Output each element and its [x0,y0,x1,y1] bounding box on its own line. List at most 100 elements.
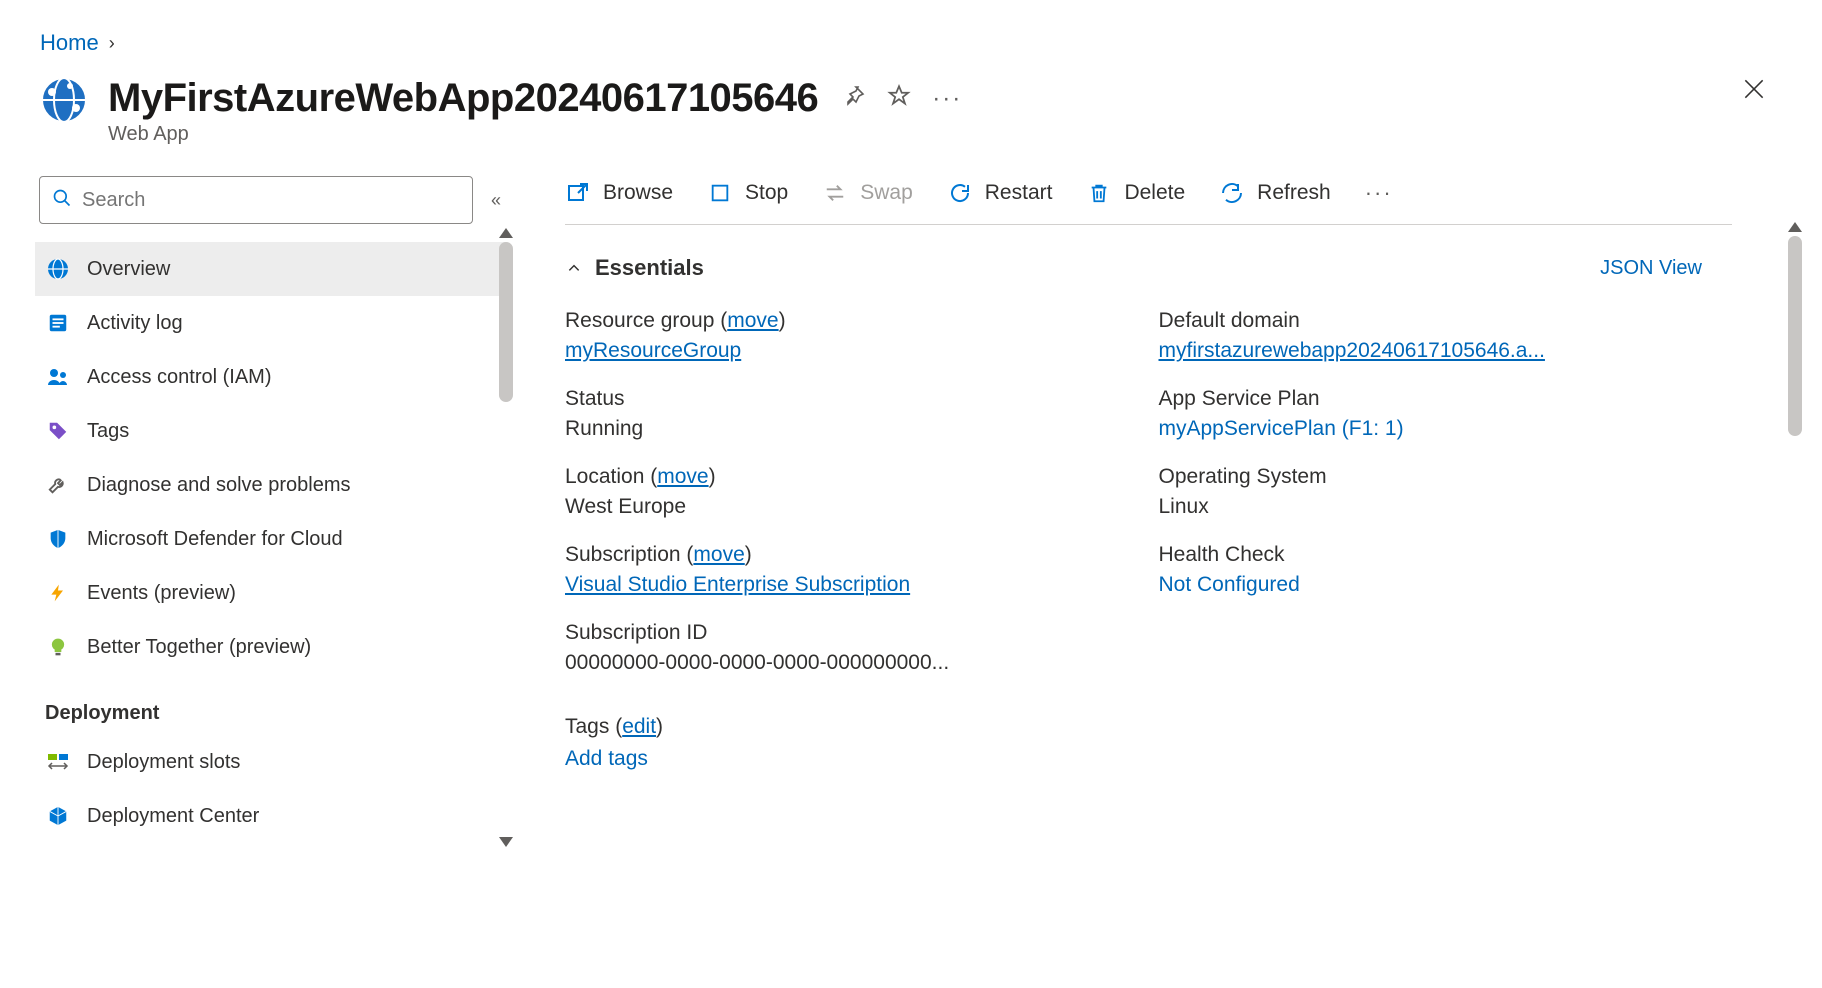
restart-icon [947,180,973,206]
subscription-id-value: 00000000-0000-0000-0000-000000000... [565,651,1099,675]
location-label: Location (move) [565,465,1099,489]
sidebar-item-label: Better Together (preview) [87,636,311,659]
page-header: MyFirstAzureWebApp20240617105646 ··· Web… [0,66,1822,156]
activity-log-icon [45,310,71,336]
button-label: Browse [603,181,673,205]
swap-icon [822,180,848,206]
button-label: Refresh [1257,181,1331,205]
collapse-sidebar-icon[interactable]: « [491,190,501,211]
chevron-up-icon [565,255,583,281]
status-value: Running [565,417,1099,441]
move-resource-group-link[interactable]: move [727,309,778,332]
sidebar-item-tags[interactable]: Tags [35,404,505,458]
shield-icon [45,526,71,552]
external-link-icon [565,180,591,206]
lightbulb-icon [45,634,71,660]
health-check-label: Health Check [1159,543,1693,567]
health-check-link[interactable]: Not Configured [1159,573,1300,596]
close-button[interactable] [1741,76,1767,109]
edit-tags-link[interactable]: edit [622,715,656,738]
sidebar-item-better-together[interactable]: Better Together (preview) [35,620,505,674]
wrench-icon [45,472,71,498]
subscription-label: Subscription (move) [565,543,1099,567]
add-tags-link[interactable]: Add tags [565,747,648,771]
button-label: Delete [1124,181,1185,205]
sidebar-item-activity-log[interactable]: Activity log [35,296,505,350]
webapp-icon [40,76,88,124]
sidebar-item-defender[interactable]: Microsoft Defender for Cloud [35,512,505,566]
restart-button[interactable]: Restart [947,180,1053,206]
sidebar-item-overview[interactable]: Overview [35,242,505,296]
page-title: MyFirstAzureWebApp20240617105646 [108,76,818,121]
refresh-button[interactable]: Refresh [1219,180,1331,206]
sidebar-item-label: Tags [87,420,129,443]
sidebar-item-diagnose[interactable]: Diagnose and solve problems [35,458,505,512]
pin-icon[interactable] [842,84,866,113]
app-service-plan-link[interactable]: myAppServicePlan (F1: 1) [1159,417,1404,440]
sidebar-search-input[interactable] [82,189,460,212]
refresh-icon [1219,180,1245,206]
sidebar-item-label: Deployment Center [87,805,259,828]
button-label: Stop [745,181,788,205]
scroll-up-arrow-icon[interactable] [499,228,513,238]
tag-icon [45,418,71,444]
essentials-grid: Resource group (move) myResourceGroup St… [565,295,1732,771]
scroll-down-arrow-icon[interactable] [499,837,513,847]
sidebar-search[interactable] [39,176,473,224]
delete-button[interactable]: Delete [1086,180,1185,206]
chevron-right-icon: › [109,33,115,54]
command-bar: Browse Stop Swap Restart [565,176,1732,225]
status-label: Status [565,387,1099,411]
move-subscription-link[interactable]: move [693,543,744,566]
scroll-up-arrow-icon[interactable] [1788,222,1802,232]
essentials-toggle[interactable]: Essentials [565,255,704,281]
stop-button[interactable]: Stop [707,180,788,206]
sidebar-group-deployment: Deployment [35,674,505,735]
box-icon [45,803,71,829]
resource-type-label: Web App [108,123,1782,146]
resource-group-link[interactable]: myResourceGroup [565,339,741,362]
sidebar-item-deployment-center[interactable]: Deployment Center [35,789,505,843]
more-icon[interactable]: ··· [932,85,962,113]
sidebar-item-access-control[interactable]: Access control (IAM) [35,350,505,404]
app-service-plan-label: App Service Plan [1159,387,1693,411]
content-scrollbar[interactable] [1788,236,1802,436]
resource-group-label: Resource group (move) [565,309,1099,333]
sidebar-item-label: Diagnose and solve problems [87,474,351,497]
trash-icon [1086,180,1112,206]
essentials-label: Essentials [595,255,704,281]
sidebar-item-label: Deployment slots [87,751,240,774]
sidebar-scrollbar[interactable] [499,242,513,402]
swap-button: Swap [822,180,913,206]
location-value: West Europe [565,495,1099,519]
lightning-icon [45,580,71,606]
subscription-id-label: Subscription ID [565,621,1099,645]
os-label: Operating System [1159,465,1693,489]
sidebar-item-events[interactable]: Events (preview) [35,566,505,620]
json-view-link[interactable]: JSON View [1600,257,1702,280]
button-label: Swap [860,181,913,205]
default-domain-label: Default domain [1159,309,1693,333]
favorite-star-icon[interactable] [886,83,912,114]
globe-icon [45,256,71,282]
label-text: Resource group [565,309,714,332]
sidebar-item-deployment-slots[interactable]: Deployment slots [35,735,505,789]
button-label: Restart [985,181,1053,205]
sidebar-item-label: Access control (IAM) [87,366,271,389]
toolbar-overflow[interactable]: ··· [1365,180,1393,206]
move-location-link[interactable]: move [657,465,708,488]
label-text: Subscription [565,543,681,566]
sidebar-item-label: Events (preview) [87,582,236,605]
stop-icon [707,180,733,206]
sidebar-item-label: Overview [87,258,170,281]
subscription-link[interactable]: Visual Studio Enterprise Subscription [565,573,910,596]
label-text: Location [565,465,644,488]
browse-button[interactable]: Browse [565,180,673,206]
label-text: Tags [565,715,609,738]
main-content: Browse Stop Swap Restart [525,176,1792,984]
tags-label: Tags (edit) [565,715,1099,739]
sidebar-item-label: Microsoft Defender for Cloud [87,528,343,551]
default-domain-link[interactable]: myfirstazurewebapp20240617105646.a... [1159,339,1545,362]
people-icon [45,364,71,390]
breadcrumb-home[interactable]: Home [40,30,99,56]
